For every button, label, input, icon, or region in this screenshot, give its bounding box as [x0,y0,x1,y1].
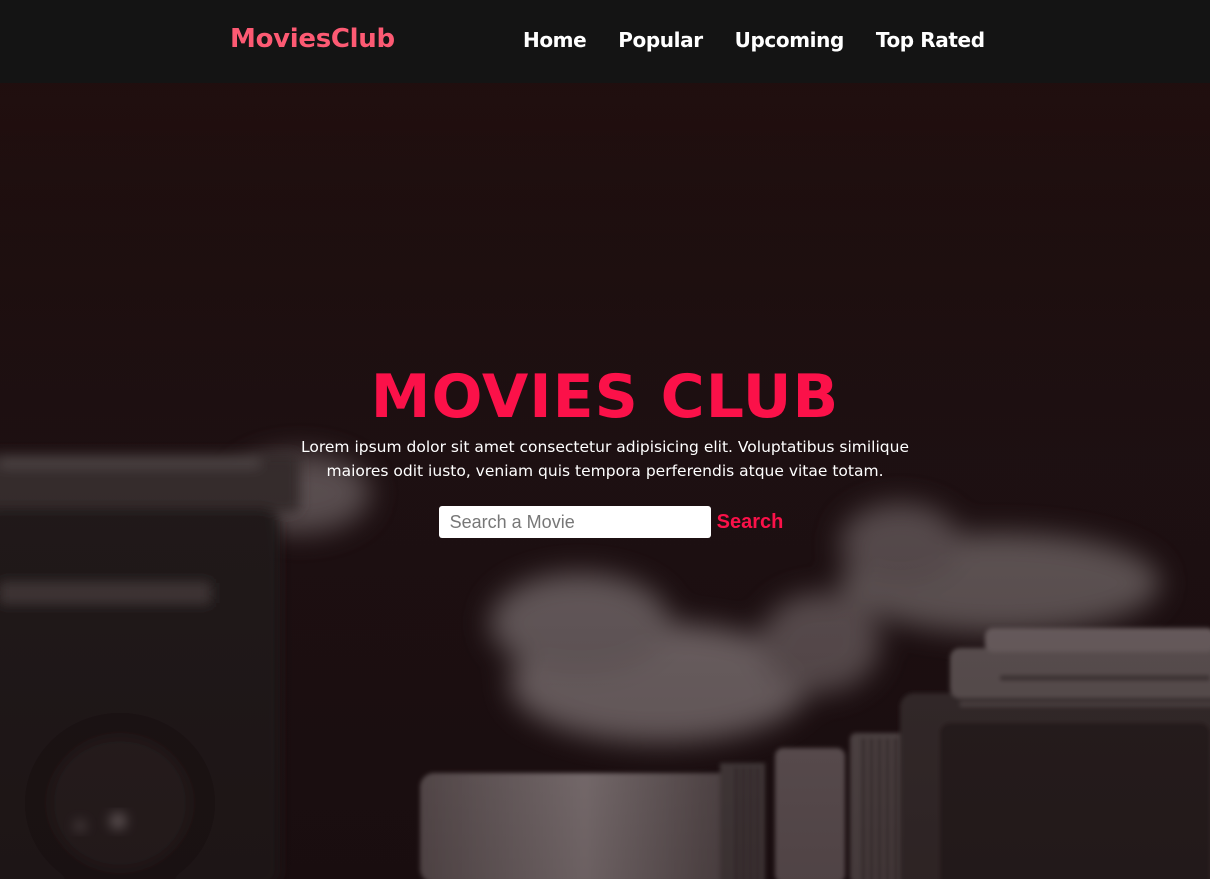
nav-links: Home Popular Upcoming Top Rated [523,26,1017,54]
brand-logo-link[interactable]: MoviesClub [230,22,395,56]
search-button[interactable]: Search [717,511,784,534]
nav-link-top-rated[interactable]: Top Rated [876,26,985,54]
top-navbar: MoviesClub Home Popular Upcoming Top Rat… [0,0,1210,83]
search-input[interactable] [438,506,711,538]
hero-section: MOVIES CLUB Lorem ipsum dolor sit amet c… [0,83,1210,879]
nav-link-home[interactable]: Home [523,26,587,54]
hero-description: Lorem ipsum dolor sit amet consectetur a… [301,438,909,480]
search-form: Search [12,506,1210,538]
hero-title: MOVIES CLUB [370,362,840,432]
nav-link-upcoming[interactable]: Upcoming [735,26,845,54]
hero-content: MOVIES CLUB Lorem ipsum dolor sit amet c… [0,363,1210,538]
nav-link-popular[interactable]: Popular [618,26,703,54]
